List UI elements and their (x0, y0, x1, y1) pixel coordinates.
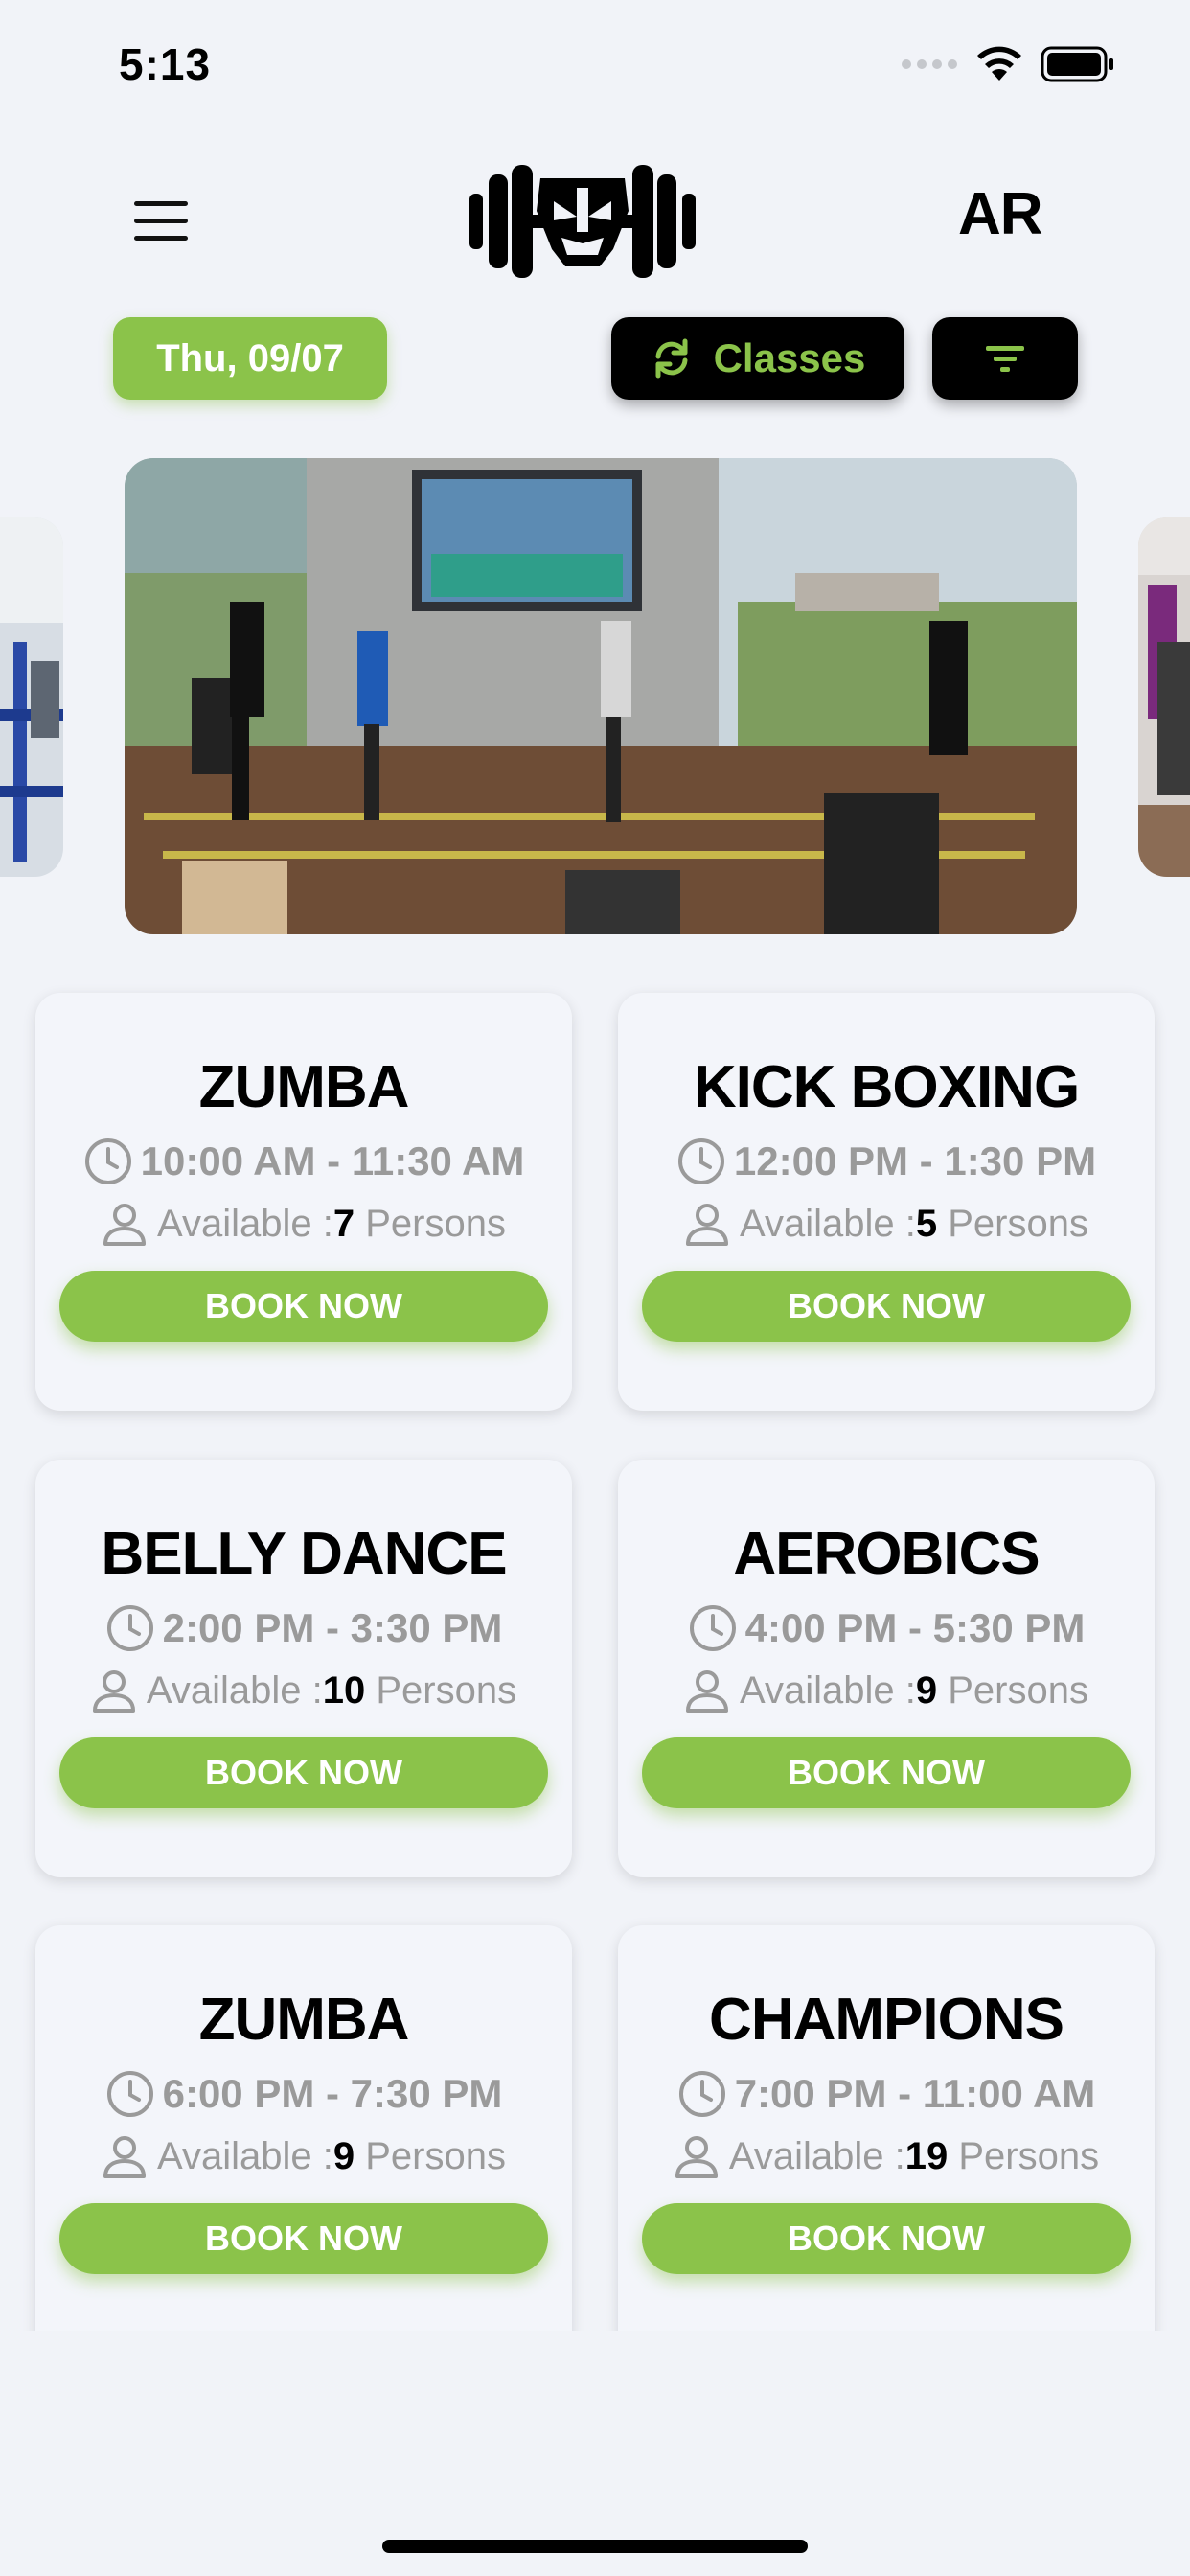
carousel-slide-next[interactable] (1138, 518, 1190, 877)
person-icon (675, 2136, 718, 2178)
book-now-button[interactable]: BOOK NOW (642, 1737, 1131, 1808)
availability-row: Available :9 Persons (35, 2134, 572, 2178)
availability-prefix: Available : (740, 1669, 916, 1712)
class-card: AEROBICS 4:00 PM - 5:30 PM Available :9 … (618, 1460, 1155, 1877)
book-now-button[interactable]: BOOK NOW (642, 2203, 1131, 2274)
class-time: 7:00 PM - 11:00 AM (734, 2071, 1096, 2116)
person-icon (92, 1670, 135, 1713)
availability-suffix: Persons (376, 1669, 517, 1712)
class-time-row: 12:00 PM - 1:30 PM (618, 1137, 1155, 1186)
clock-icon (689, 1605, 736, 1651)
availability-row: Available :5 Persons (618, 1202, 1155, 1246)
language-toggle-button[interactable]: AR (958, 180, 1043, 248)
person-icon (686, 1204, 729, 1246)
availability-suffix: Persons (365, 2135, 506, 2177)
availability-count: 10 (322, 1669, 366, 1712)
class-time: 10:00 AM - 11:30 AM (140, 1138, 525, 1184)
classes-label: Classes (713, 335, 866, 380)
wifi-icon (977, 46, 1021, 80)
filter-button[interactable] (932, 317, 1078, 400)
status-time: 5:13 (119, 39, 212, 89)
availability-suffix: Persons (365, 1203, 506, 1245)
availability-prefix: Available : (146, 1669, 323, 1712)
class-card: ZUMBA 10:00 AM - 11:30 AM Available :7 P… (35, 993, 572, 1411)
class-name: AEROBICS (733, 1521, 1040, 1587)
availability-prefix: Available : (740, 1203, 916, 1245)
class-card: CHAMPIONS 7:00 PM - 11:00 AM Available :… (618, 1925, 1155, 2366)
carousel-slide-previous[interactable] (0, 518, 63, 877)
signal-icon (902, 59, 957, 69)
class-card: KICK BOXING 12:00 PM - 1:30 PM Available… (618, 993, 1155, 1411)
class-time: 12:00 PM - 1:30 PM (733, 1138, 1097, 1184)
availability-suffix: Persons (948, 1203, 1088, 1245)
book-now-button[interactable]: BOOK NOW (59, 2203, 548, 2274)
clock-icon (677, 1138, 724, 1184)
date-picker-button[interactable]: Thu, 09/07 (113, 317, 387, 400)
person-icon (103, 2136, 147, 2178)
availability-prefix: Available : (157, 2135, 333, 2177)
class-name: ZUMBA (198, 1987, 410, 2053)
clock-icon (106, 2071, 153, 2117)
book-now-button[interactable]: BOOK NOW (59, 1271, 548, 1342)
availability-suffix: Persons (948, 1669, 1088, 1712)
class-time: 6:00 PM - 7:30 PM (162, 2071, 503, 2116)
carousel-slide-current[interactable] (125, 458, 1077, 934)
clock-icon (84, 1138, 131, 1184)
class-name: BELLY DANCE (101, 1521, 507, 1587)
classes-toggle-button[interactable]: Classes (611, 317, 904, 400)
class-time-row: 2:00 PM - 3:30 PM (35, 1603, 572, 1653)
availability-count: 19 (904, 2135, 949, 2177)
class-time-row: 7:00 PM - 11:00 AM (618, 2069, 1155, 2119)
class-name: KICK BOXING (693, 1054, 1080, 1120)
hamburger-menu-icon[interactable] (134, 201, 188, 242)
clock-icon (106, 1605, 153, 1651)
battery-icon (1041, 46, 1113, 82)
availability-prefix: Available : (157, 1203, 333, 1245)
class-time: 2:00 PM - 3:30 PM (162, 1605, 503, 1650)
availability-suffix: Persons (958, 2135, 1100, 2177)
availability-count: 5 (915, 1203, 938, 1245)
class-name: CHAMPIONS (709, 1987, 1064, 2053)
availability-prefix: Available : (728, 2135, 905, 2177)
clock-icon (678, 2071, 725, 2117)
home-indicator[interactable] (382, 2540, 808, 2553)
class-name: ZUMBA (198, 1054, 410, 1120)
availability-count: 9 (332, 2135, 355, 2177)
availability-row: Available :9 Persons (618, 1668, 1155, 1713)
class-time-row: 6:00 PM - 7:30 PM (35, 2069, 572, 2119)
availability-row: Available :10 Persons (35, 1668, 572, 1713)
book-now-button[interactable]: BOOK NOW (59, 1737, 548, 1808)
refresh-icon (655, 338, 688, 379)
person-icon (103, 1204, 147, 1246)
person-icon (686, 1670, 729, 1713)
class-time-row: 4:00 PM - 5:30 PM (618, 1603, 1155, 1653)
gym-logo (469, 161, 696, 282)
class-card: ZUMBA 6:00 PM - 7:30 PM Available :9 Per… (35, 1925, 572, 2366)
class-time: 4:00 PM - 5:30 PM (744, 1605, 1086, 1650)
availability-count: 9 (915, 1669, 938, 1712)
availability-row: Available :19 Persons (618, 2134, 1155, 2178)
availability-count: 7 (332, 1203, 355, 1245)
availability-row: Available :7 Persons (35, 1202, 572, 1246)
class-time-row: 10:00 AM - 11:30 AM (35, 1137, 572, 1186)
book-now-button[interactable]: BOOK NOW (642, 1271, 1131, 1342)
status-icons (901, 46, 1115, 82)
filter-icon (986, 346, 1024, 372)
class-card: BELLY DANCE 2:00 PM - 3:30 PM Available … (35, 1460, 572, 1877)
